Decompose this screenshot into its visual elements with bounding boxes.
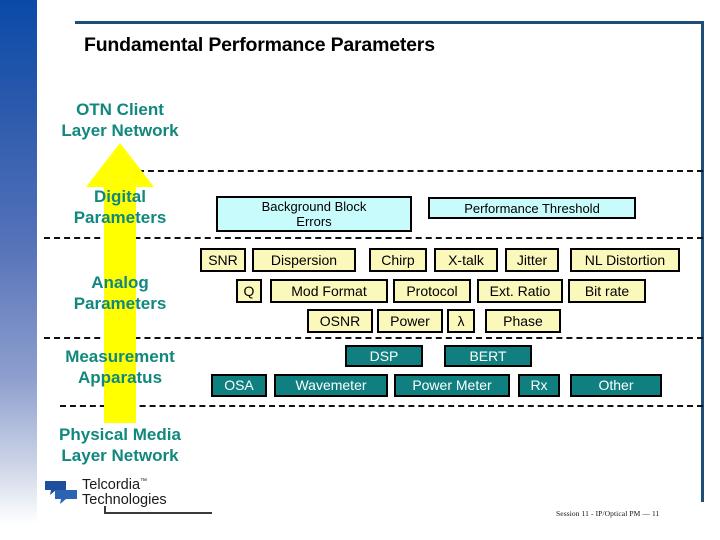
- node-bit-rate[interactable]: Bit rate: [568, 279, 646, 303]
- node-bert[interactable]: BERT: [444, 345, 532, 367]
- logo-underline-rule: [104, 512, 212, 514]
- node-q[interactable]: Q: [236, 279, 262, 303]
- node-dsp[interactable]: DSP: [345, 345, 423, 367]
- slide-canvas: Fundamental Performance Parameters OTN C…: [0, 0, 720, 540]
- node-mod-format[interactable]: Mod Format: [270, 279, 388, 303]
- node-power[interactable]: Power: [377, 309, 443, 333]
- node-ext-ratio[interactable]: Ext. Ratio: [477, 279, 563, 303]
- node-jitter[interactable]: Jitter: [505, 248, 559, 272]
- node-performance-threshold[interactable]: Performance Threshold: [428, 197, 636, 219]
- logo-trademark: ™: [140, 478, 148, 485]
- layer-label-digital-parameters: Digital Parameters: [73, 187, 167, 227]
- node-background-block-errors[interactable]: Background Block Errors: [216, 196, 412, 232]
- layer-label-physical-media: Physical Media Layer Network: [59, 425, 181, 465]
- node-lambda[interactable]: λ: [447, 309, 475, 333]
- left-gradient-band: [0, 0, 37, 540]
- upward-arrow-head: [86, 143, 154, 187]
- node-dispersion[interactable]: Dispersion: [252, 248, 356, 272]
- footer-session-label: Session 11 - IP/Optical PM — 11: [556, 509, 660, 518]
- layer-label-otn-client: OTN Client Layer Network: [61, 100, 179, 140]
- layer-label-measurement-apparatus: Measurement Apparatus: [65, 347, 175, 387]
- node-wavemeter[interactable]: Wavemeter: [274, 374, 388, 397]
- node-osnr[interactable]: OSNR: [307, 309, 373, 333]
- node-phase[interactable]: Phase: [485, 309, 561, 333]
- node-nl-distortion[interactable]: NL Distortion: [570, 248, 680, 272]
- layer-separator-2: [44, 237, 703, 239]
- node-power-meter[interactable]: Power Meter: [394, 374, 510, 397]
- layer-separator-4: [60, 405, 703, 407]
- telcordia-logo: Telcordia™ Technologies: [44, 476, 214, 522]
- logo-line-2: Technologies: [82, 492, 167, 509]
- page-title: Fundamental Performance Parameters: [84, 34, 435, 56]
- node-rx[interactable]: Rx: [518, 374, 560, 397]
- telcordia-logo-text: Telcordia™ Technologies: [82, 474, 167, 509]
- node-snr[interactable]: SNR: [200, 248, 246, 272]
- node-chirp[interactable]: Chirp: [369, 248, 427, 272]
- logo-line-1: Telcordia: [82, 476, 141, 493]
- layer-separator-3: [44, 337, 703, 339]
- frame-right-rule: [701, 21, 704, 502]
- layer-label-analog-parameters: Analog Parameters: [73, 273, 167, 313]
- node-other[interactable]: Other: [570, 374, 662, 397]
- node-protocol[interactable]: Protocol: [393, 279, 471, 303]
- node-osa[interactable]: OSA: [211, 374, 267, 397]
- speech-bubbles-icon: [45, 481, 77, 504]
- layer-separator-1: [118, 170, 703, 172]
- node-x-talk[interactable]: X-talk: [434, 248, 498, 272]
- frame-top-rule: [75, 21, 703, 24]
